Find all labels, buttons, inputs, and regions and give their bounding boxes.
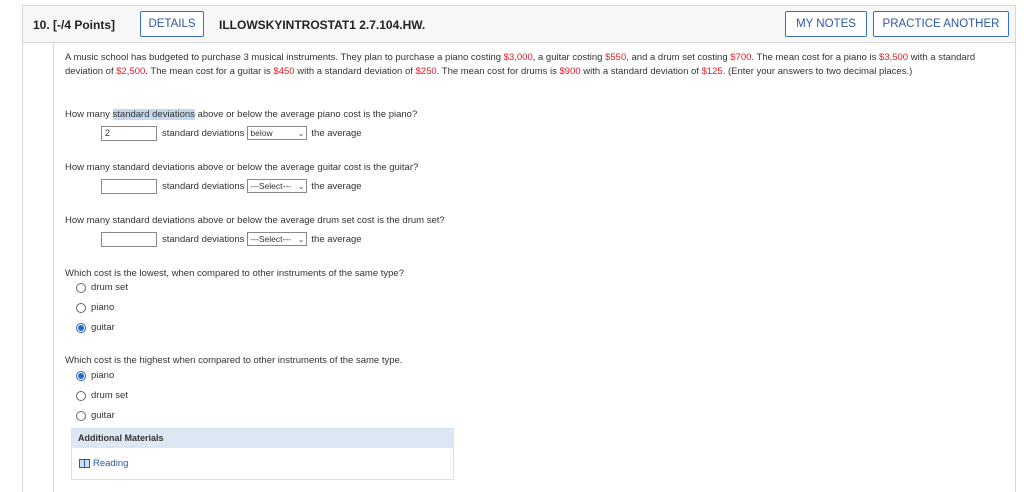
value-drum-cost: $700 xyxy=(730,52,752,63)
piano-sd-input[interactable]: 2 xyxy=(101,125,157,141)
radio-button-selected[interactable] xyxy=(76,370,86,381)
question-number: 10. [-/4 Points] xyxy=(33,18,116,32)
radio-button[interactable] xyxy=(76,302,86,313)
question-3-answer-row: standard deviations ---Select--- ⌄ the av… xyxy=(101,231,362,247)
lowest-option-piano[interactable]: piano xyxy=(76,302,114,313)
question-1-text: How many standard deviations above or be… xyxy=(65,109,418,120)
left-margin-bar xyxy=(22,43,53,492)
assignment-id: ILLOWSKYINTROSTAT1 2.7.104.HW. xyxy=(219,18,426,32)
guitar-sd-input[interactable] xyxy=(101,178,157,194)
drum-sd-input[interactable] xyxy=(101,231,157,247)
selected-text-highlight: standard deviations xyxy=(112,109,195,120)
value-piano-mean: $3,500 xyxy=(879,52,909,63)
practice-another-button[interactable]: PRACTICE ANOTHER xyxy=(873,11,1009,37)
average-label: the average xyxy=(311,127,362,139)
question-2-answer-row: standard deviations ---Select--- ⌄ the av… xyxy=(101,178,362,194)
radio-button-selected[interactable] xyxy=(76,322,86,333)
radio-button[interactable] xyxy=(76,410,86,421)
chevron-down-icon: ⌄ xyxy=(297,181,305,191)
value-drum-sd: $125 xyxy=(701,66,723,77)
radio-button[interactable] xyxy=(76,390,86,401)
question-5-text: Which cost is the highest when compared … xyxy=(65,355,403,366)
question-2-text: How many standard deviations above or be… xyxy=(65,162,419,173)
highest-option-piano[interactable]: piano xyxy=(76,370,114,381)
details-button[interactable]: DETAILS xyxy=(140,11,204,37)
lowest-option-guitar[interactable]: guitar xyxy=(76,322,115,333)
problem-statement: A music school has budgeted to purchase … xyxy=(65,52,976,77)
highest-option-guitar[interactable]: guitar xyxy=(76,410,115,421)
reading-link[interactable]: Reading xyxy=(79,458,128,469)
average-label: the average xyxy=(311,180,362,192)
value-piano-sd: $2,500 xyxy=(116,66,146,77)
value-drum-mean: $900 xyxy=(559,66,581,77)
question-1-answer-row: 2 standard deviations below ⌄ the average xyxy=(101,125,362,141)
additional-materials-panel: Additional Materials Reading xyxy=(71,428,454,480)
book-icon xyxy=(79,459,90,468)
piano-direction-select[interactable]: below ⌄ xyxy=(247,126,308,140)
guitar-direction-select[interactable]: ---Select--- ⌄ xyxy=(247,179,308,193)
question-header: 10. [-/4 Points] DETAILS ILLOWSKYINTROST… xyxy=(22,5,1016,43)
sd-label: standard deviations xyxy=(162,233,245,245)
chevron-down-icon: ⌄ xyxy=(297,234,305,244)
average-label: the average xyxy=(311,233,362,245)
radio-button[interactable] xyxy=(76,282,86,293)
lowest-option-drum-set[interactable]: drum set xyxy=(76,282,128,293)
sd-label: standard deviations xyxy=(162,127,245,139)
question-4-text: Which cost is the lowest, when compared … xyxy=(65,268,404,279)
highest-option-drum-set[interactable]: drum set xyxy=(76,390,128,401)
additional-materials-title: Additional Materials xyxy=(72,429,453,448)
value-guitar-sd: $250 xyxy=(415,66,437,77)
drum-direction-select[interactable]: ---Select--- ⌄ xyxy=(247,232,308,246)
my-notes-button[interactable]: MY NOTES xyxy=(785,11,867,37)
value-guitar-mean: $450 xyxy=(273,66,295,77)
value-guitar-cost: $550 xyxy=(605,52,627,63)
question-3-text: How many standard deviations above or be… xyxy=(65,215,445,226)
value-piano-cost: $3,000 xyxy=(503,52,533,63)
chevron-down-icon: ⌄ xyxy=(297,128,305,138)
sd-label: standard deviations xyxy=(162,180,245,192)
